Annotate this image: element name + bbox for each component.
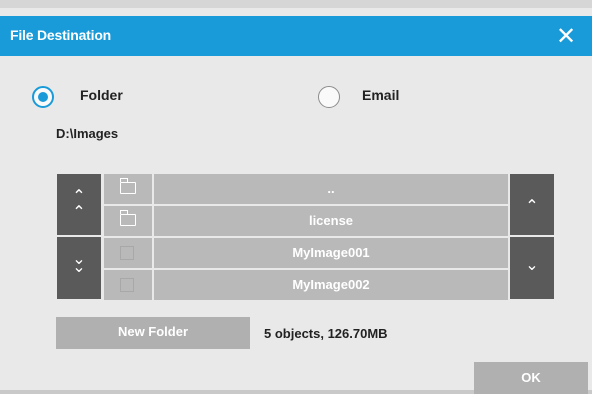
double-chevron-down-icon: ⌄ ⌄	[72, 249, 86, 276]
dialog-title: File Destination	[10, 27, 112, 43]
list-item[interactable]: ..	[154, 174, 508, 204]
status-text: 5 objects, 126.70MB	[264, 326, 388, 341]
email-radio[interactable]	[318, 86, 340, 108]
row-icon-cell[interactable]	[104, 174, 152, 204]
scroll-up-button[interactable]: ⌃	[510, 174, 554, 235]
list-item[interactable]: MyImage001	[154, 238, 508, 268]
folder-radio-label[interactable]: Folder	[80, 87, 123, 103]
scroll-down-button[interactable]: ⌄	[510, 237, 554, 299]
folder-icon	[119, 210, 136, 226]
current-path: D:\Images	[56, 126, 119, 141]
row-icon-cell[interactable]	[104, 206, 152, 236]
folder-icon	[119, 178, 136, 194]
chevron-up-icon: ⌃	[525, 196, 539, 215]
list-item[interactable]: MyImage002	[154, 270, 508, 300]
new-folder-button[interactable]: New Folder	[56, 317, 250, 349]
file-checkbox-icon	[120, 278, 134, 292]
ok-button[interactable]: OK	[474, 362, 588, 394]
list-item[interactable]: license	[154, 206, 508, 236]
folder-radio[interactable]	[32, 86, 54, 108]
row-icon-cell[interactable]	[104, 238, 152, 268]
chevron-down-icon: ⌄	[525, 255, 539, 274]
double-chevron-up-icon: ⌃ ⌃	[72, 186, 86, 221]
title-bar: File Destination ✕	[0, 16, 592, 56]
file-destination-dialog: File Destination ✕ Folder Email D:\Image…	[0, 0, 592, 394]
row-icon-cell[interactable]	[104, 270, 152, 300]
email-radio-label[interactable]: Email	[362, 87, 399, 103]
page-up-button[interactable]: ⌃ ⌃	[57, 174, 101, 235]
close-icon[interactable]: ✕	[552, 22, 580, 50]
page-down-button[interactable]: ⌄ ⌄	[57, 237, 101, 299]
file-checkbox-icon	[120, 246, 134, 260]
